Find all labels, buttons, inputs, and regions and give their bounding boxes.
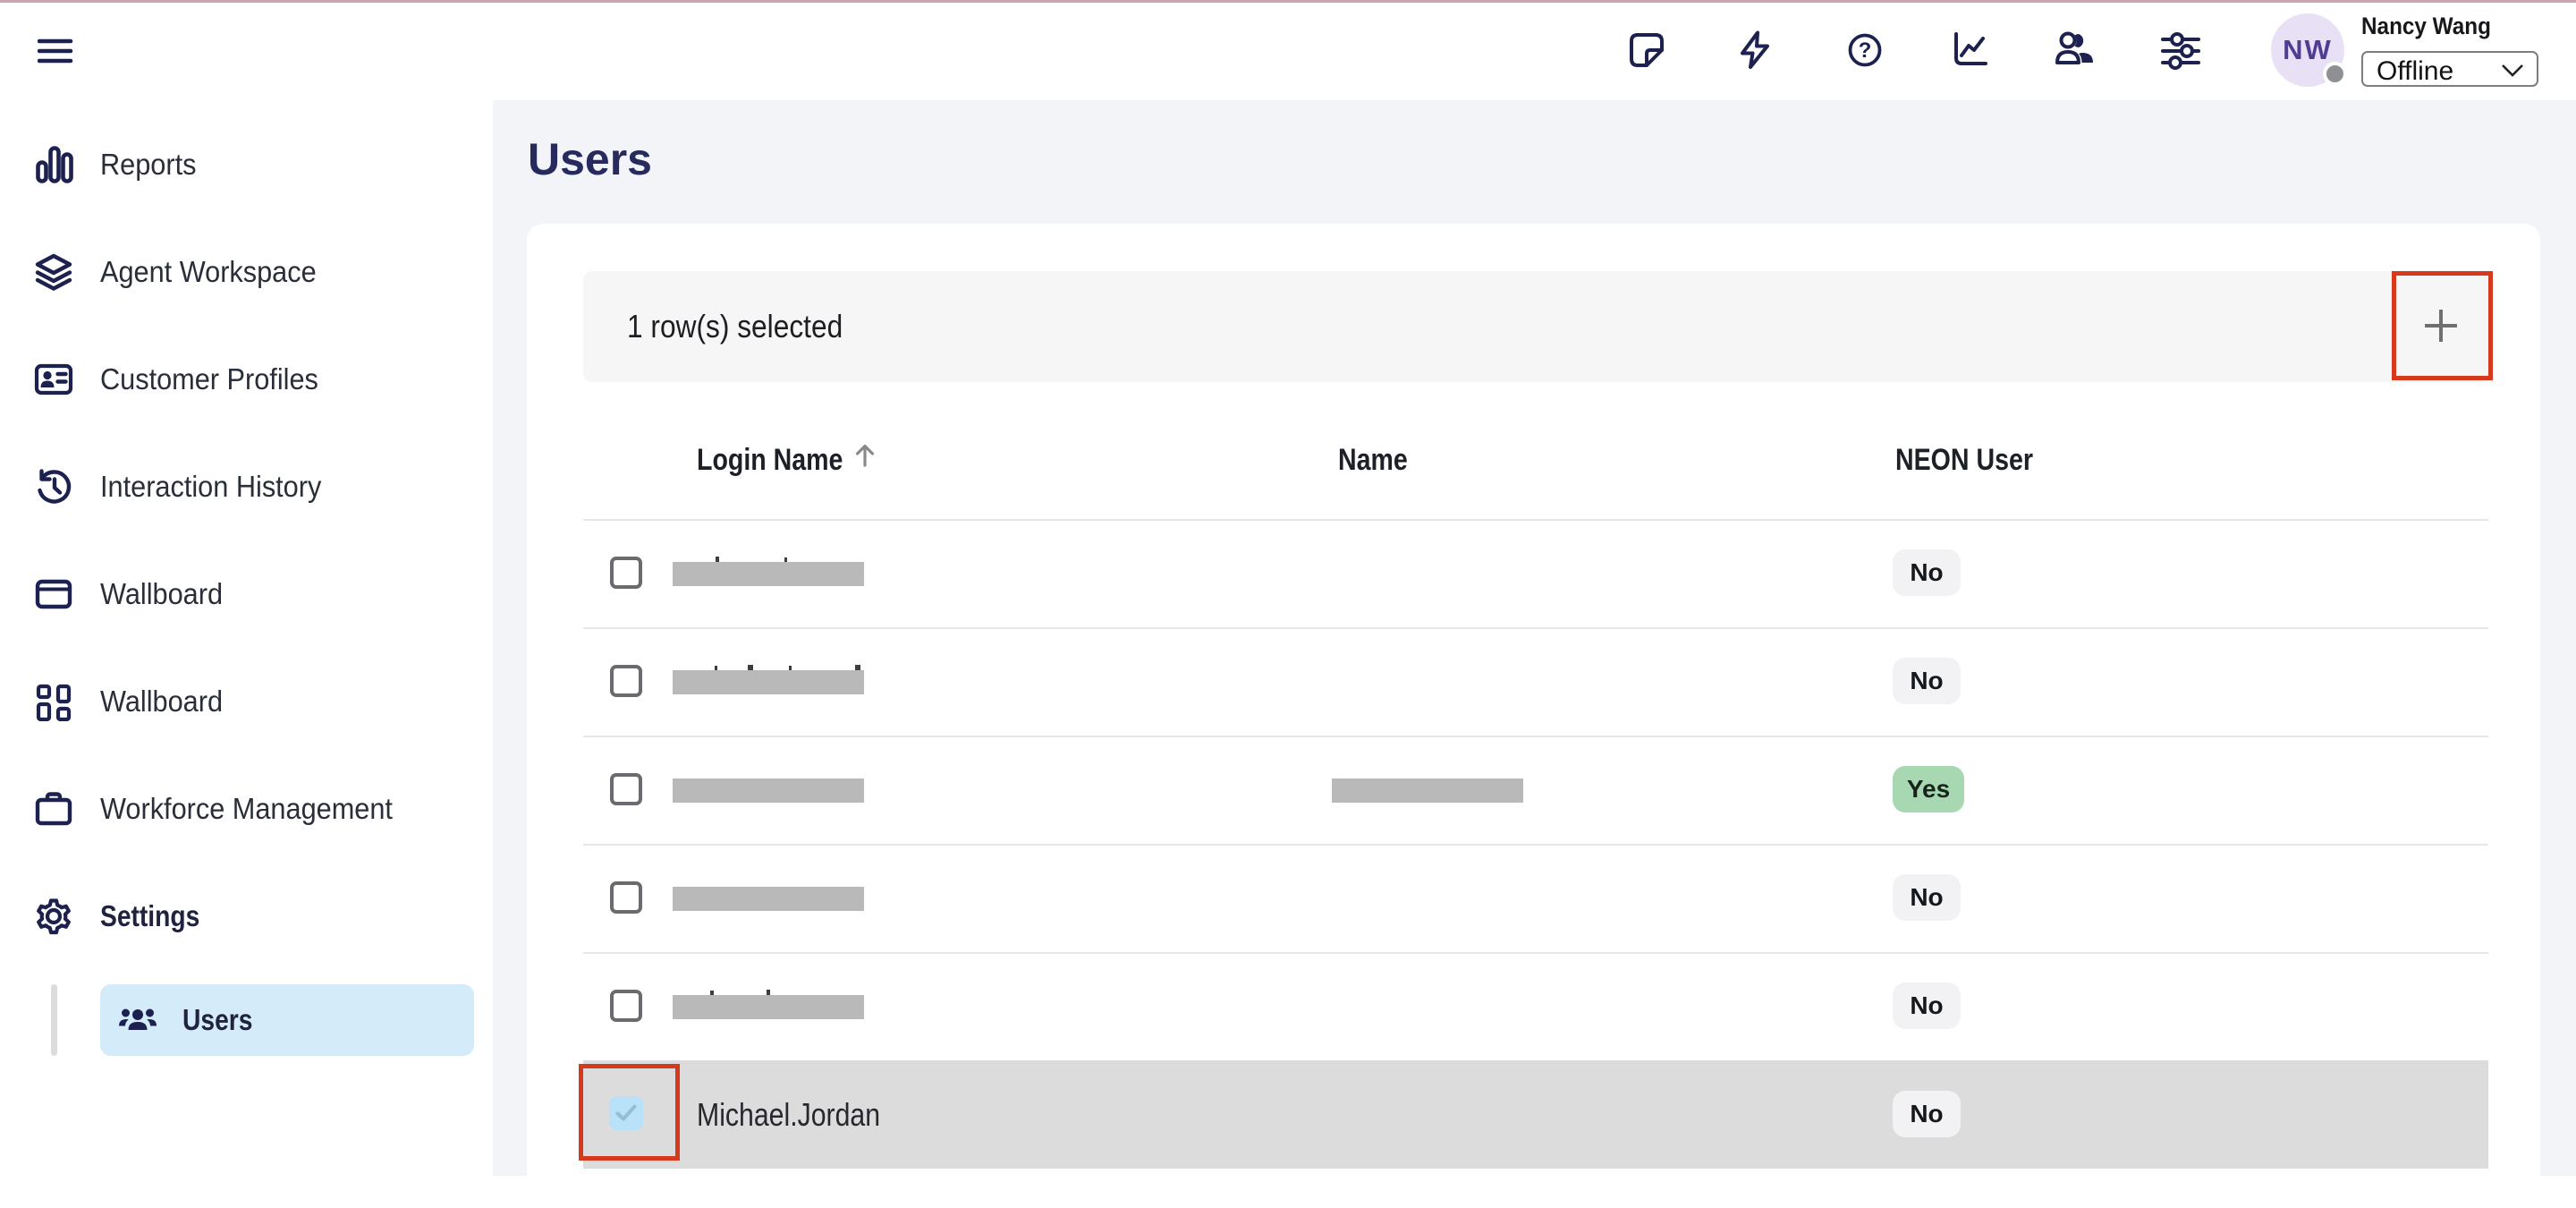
svg-text:?: ? (1859, 38, 1872, 63)
